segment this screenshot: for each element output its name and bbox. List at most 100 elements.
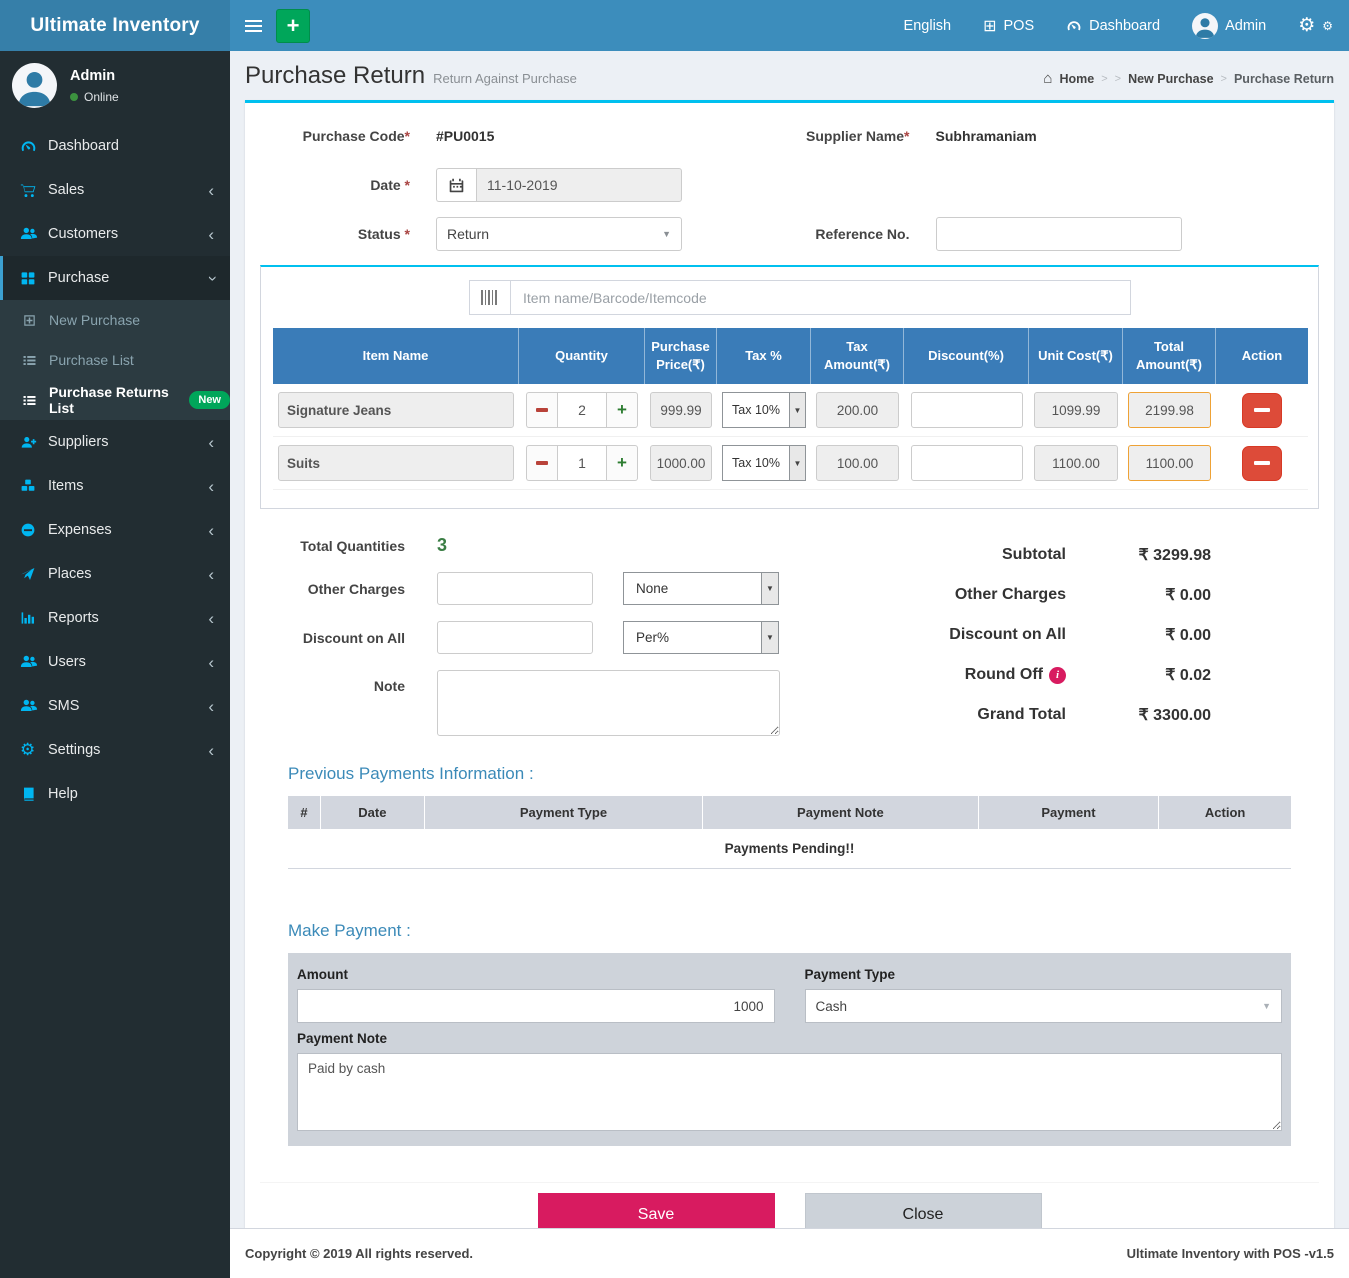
sidebar-user-panel: Admin Online bbox=[0, 51, 230, 124]
chevron-left-icon: ‹ bbox=[208, 610, 214, 627]
sidebar-item-purchase-list[interactable]: Purchase List bbox=[0, 340, 230, 380]
sidebar-item-sms[interactable]: SMS‹ bbox=[0, 684, 230, 728]
make-payment-panel: Amount Payment Type Cash ▼ bbox=[288, 953, 1291, 1146]
brand-logo[interactable]: Ultimate Inventory bbox=[0, 0, 230, 51]
qty-increase-button[interactable]: + bbox=[607, 445, 638, 481]
list-icon bbox=[22, 393, 49, 408]
discount-type-select[interactable]: Per% ▼ bbox=[623, 621, 779, 654]
calendar-icon[interactable] bbox=[436, 168, 476, 202]
subtotal-label: Subtotal bbox=[831, 546, 1066, 564]
breadcrumb: ⌂ Home > > New Purchase > Purchase Retur… bbox=[1043, 71, 1334, 86]
quick-add-button[interactable]: + bbox=[276, 9, 310, 43]
status-select[interactable]: Return▼ bbox=[436, 217, 682, 251]
remove-item-button[interactable] bbox=[1242, 446, 1282, 481]
discount-on-all-input[interactable] bbox=[437, 621, 593, 654]
sidebar-item-help[interactable]: Help bbox=[0, 772, 230, 816]
item-search-input[interactable] bbox=[510, 280, 1131, 315]
info-icon[interactable]: i bbox=[1049, 667, 1066, 684]
other-charges-type-select[interactable]: None ▼ bbox=[623, 572, 779, 605]
tax-select[interactable]: Tax 10% ▼ bbox=[722, 445, 806, 481]
chevron-left-icon: ‹ bbox=[208, 478, 214, 495]
sidebar-item-purchase[interactable]: Purchase‹ bbox=[0, 256, 230, 300]
qty-input[interactable] bbox=[557, 392, 607, 428]
list-icon bbox=[22, 353, 49, 368]
avatar bbox=[1192, 13, 1218, 39]
total-quantities-value: 3 bbox=[437, 535, 447, 556]
other-charges-input[interactable] bbox=[437, 572, 593, 605]
breadcrumb-new-purchase[interactable]: New Purchase bbox=[1128, 72, 1213, 86]
chevron-left-icon: ‹ bbox=[208, 566, 214, 583]
payment-type-select[interactable]: Cash ▼ bbox=[805, 989, 1283, 1023]
language-menu[interactable]: English bbox=[888, 0, 968, 51]
payment-note-textarea[interactable]: Paid by cash bbox=[297, 1053, 1282, 1131]
sidebar-menu: Dashboard Sales‹ Customers‹ Purchase‹ Ne… bbox=[0, 124, 230, 816]
pos-link[interactable]: ⊞ POS bbox=[967, 0, 1050, 51]
caret-down-icon: ▼ bbox=[789, 446, 805, 480]
sidebar-item-users[interactable]: Users‹ bbox=[0, 640, 230, 684]
date-field[interactable]: 11-10-2019 bbox=[476, 168, 682, 202]
qty-input[interactable] bbox=[557, 445, 607, 481]
discount-on-all-label: Discount on All bbox=[260, 630, 405, 646]
settings-gears-button[interactable]: ⚙⚙ bbox=[1282, 0, 1349, 51]
chevron-left-icon: ‹ bbox=[208, 742, 214, 759]
reference-input[interactable] bbox=[936, 217, 1182, 251]
discount-input[interactable] bbox=[911, 445, 1023, 481]
items-panel: Item Name Quantity Purchase Price(₹) Tax… bbox=[260, 265, 1319, 509]
grand-total-value: ₹ 3300.00 bbox=[1066, 705, 1211, 725]
qty-increase-button[interactable]: + bbox=[607, 392, 638, 428]
sidebar-item-suppliers[interactable]: Suppliers‹ bbox=[0, 420, 230, 464]
page-subtitle: Return Against Purchase bbox=[433, 71, 577, 86]
tax-select[interactable]: Tax 10% ▼ bbox=[722, 392, 806, 428]
pos-plus-icon: ⊞ bbox=[983, 16, 996, 36]
tax-amount-field: 100.00 bbox=[816, 445, 899, 481]
speedometer-icon bbox=[1066, 18, 1082, 34]
note-textarea[interactable] bbox=[437, 670, 780, 736]
item-name-field: Suits bbox=[278, 445, 514, 481]
sidebar-item-expenses[interactable]: Expenses‹ bbox=[0, 508, 230, 552]
purchase-price-field: 999.99 bbox=[650, 392, 712, 428]
barcode-icon bbox=[469, 280, 510, 315]
reference-label: Reference No. bbox=[790, 226, 910, 242]
gear-small-icon: ⚙ bbox=[1322, 20, 1333, 32]
discount-total-label: Discount on All bbox=[831, 626, 1066, 644]
sidebar-item-places[interactable]: Places‹ bbox=[0, 552, 230, 596]
round-off-value: ₹ 0.02 bbox=[1066, 665, 1211, 685]
sidebar-toggle-icon[interactable] bbox=[230, 0, 276, 51]
send-icon bbox=[20, 566, 48, 582]
gear-icon: ⚙ bbox=[1298, 16, 1315, 35]
discount-input[interactable] bbox=[911, 392, 1023, 428]
breadcrumb-home[interactable]: Home bbox=[1059, 72, 1094, 86]
item-row: Suits + 1000.00 bbox=[273, 437, 1308, 490]
summary-panel: Subtotal ₹ 3299.98 Other Charges ₹ 0.00 … bbox=[831, 535, 1211, 736]
amount-input[interactable] bbox=[297, 989, 775, 1023]
previous-payments-heading: Previous Payments Information : bbox=[288, 764, 1319, 784]
grand-total-label: Grand Total bbox=[831, 706, 1066, 724]
sidebar-item-sales[interactable]: Sales‹ bbox=[0, 168, 230, 212]
sidebar-item-settings[interactable]: ⚙Settings‹ bbox=[0, 728, 230, 772]
qty-decrease-button[interactable] bbox=[526, 445, 557, 481]
speedometer-icon bbox=[20, 138, 48, 155]
user-menu[interactable]: Admin bbox=[1176, 0, 1282, 51]
caret-down-icon: ▼ bbox=[761, 573, 778, 604]
dashboard-link[interactable]: Dashboard bbox=[1050, 0, 1176, 51]
sidebar-item-new-purchase[interactable]: New Purchase bbox=[0, 300, 230, 340]
purchase-submenu: New Purchase Purchase List Purchase Retu… bbox=[0, 300, 230, 420]
remove-item-button[interactable] bbox=[1242, 393, 1282, 428]
qty-decrease-button[interactable] bbox=[526, 392, 557, 428]
copyright-text: Copyright © 2019 All rights reserved. bbox=[245, 1246, 473, 1261]
caret-down-icon: ▼ bbox=[761, 622, 778, 653]
payments-pending-message: Payments Pending!! bbox=[288, 829, 1291, 868]
sidebar-user-status[interactable]: Online bbox=[70, 90, 119, 104]
sidebar-item-reports[interactable]: Reports‹ bbox=[0, 596, 230, 640]
sidebar-item-customers[interactable]: Customers‹ bbox=[0, 212, 230, 256]
minus-icon bbox=[1254, 461, 1270, 465]
close-button[interactable]: Close bbox=[805, 1193, 1042, 1228]
sidebar-item-dashboard[interactable]: Dashboard bbox=[0, 124, 230, 168]
total-quantities-label: Total Quantities bbox=[260, 538, 405, 554]
page-title: Purchase Return bbox=[245, 62, 425, 90]
save-button[interactable]: Save bbox=[538, 1193, 775, 1228]
purchase-return-card: Purchase Code* #PU0015 Date * 11-10-2019 bbox=[245, 100, 1334, 1228]
discount-total-value: ₹ 0.00 bbox=[1066, 625, 1211, 645]
sidebar-item-purchase-returns-list[interactable]: Purchase Returns ListNew bbox=[0, 380, 230, 420]
sidebar-item-items[interactable]: Items‹ bbox=[0, 464, 230, 508]
